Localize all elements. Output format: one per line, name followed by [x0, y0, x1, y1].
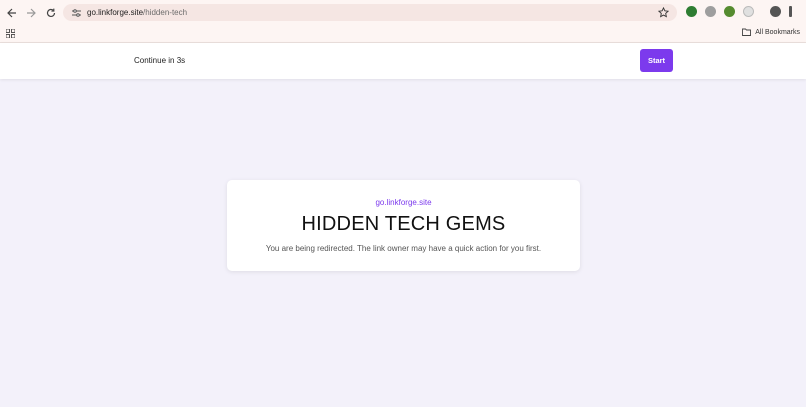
site-settings-icon[interactable]: [68, 8, 84, 17]
back-button[interactable]: [5, 6, 19, 20]
arrow-left-icon: [7, 8, 16, 17]
extension-icon[interactable]: [686, 6, 697, 17]
start-button[interactable]: Start: [640, 49, 673, 72]
forward-button[interactable]: [24, 6, 38, 20]
bookmarks-bar: All Bookmarks: [0, 25, 806, 43]
menu-icon[interactable]: [789, 6, 792, 17]
all-bookmarks-label: All Bookmarks: [755, 28, 800, 36]
page-main: go.linkforge.site HIDDEN TECH GEMS You a…: [0, 79, 806, 407]
arrow-right-icon: [27, 8, 36, 17]
url-path: /hidden-tech: [143, 8, 188, 17]
browser-toolbar: go.linkforge.site/hidden-tech: [0, 0, 806, 25]
extension-icon[interactable]: [705, 6, 716, 17]
redirect-card: go.linkforge.site HIDDEN TECH GEMS You a…: [227, 180, 580, 271]
site-header: Continue in 3s Start: [0, 43, 806, 79]
page-title: HIDDEN TECH GEMS: [301, 213, 506, 235]
profile-avatar[interactable]: [770, 6, 781, 17]
address-bar[interactable]: go.linkforge.site/hidden-tech: [63, 4, 677, 21]
extensions-area: [686, 6, 800, 17]
folder-icon: [742, 28, 752, 36]
url-host: go.linkforge.site: [87, 8, 144, 17]
apps-grid-icon[interactable]: [6, 29, 15, 38]
all-bookmarks-button[interactable]: All Bookmarks: [742, 28, 800, 36]
redirect-message: You are being redirected. The link owner…: [265, 244, 542, 253]
card-domain: go.linkforge.site: [375, 198, 432, 207]
bookmark-star-icon[interactable]: [658, 7, 669, 18]
reload-icon: [46, 8, 56, 17]
countdown-text: Continue in 3s: [134, 56, 186, 65]
extension-icon[interactable]: [724, 6, 735, 17]
url-text: go.linkforge.site/hidden-tech: [87, 8, 187, 17]
extension-icon[interactable]: [743, 6, 754, 17]
reload-button[interactable]: [44, 6, 58, 20]
